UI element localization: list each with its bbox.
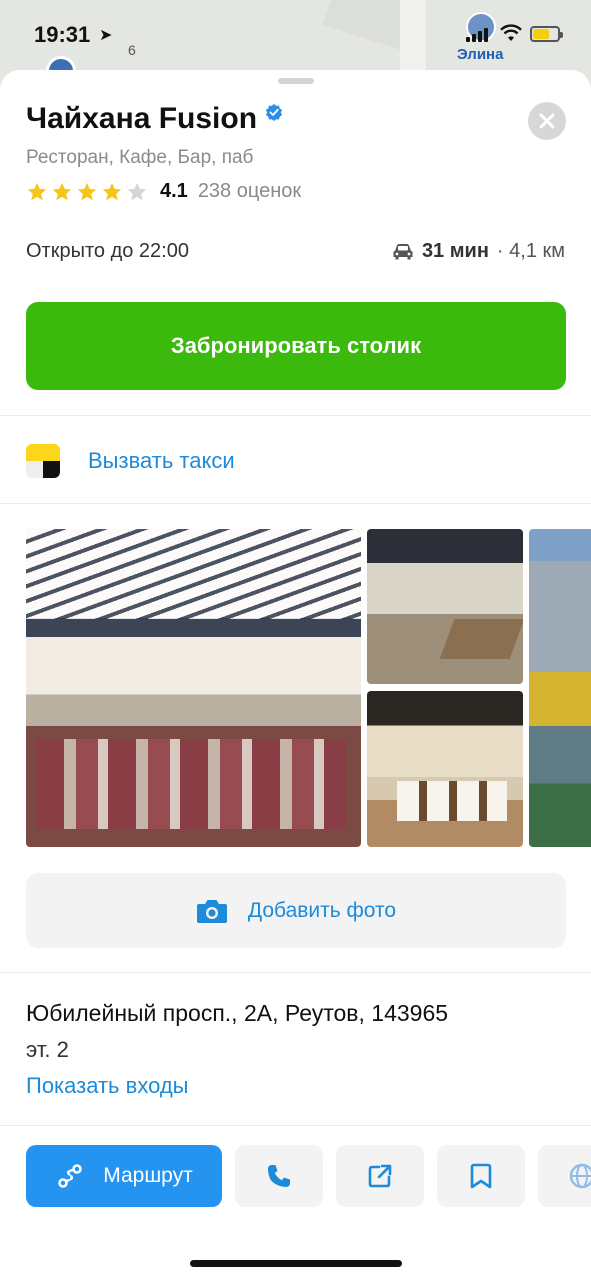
globe-icon bbox=[569, 1163, 591, 1189]
status-bar: 19:31 ➤ bbox=[0, 0, 591, 70]
route-button[interactable]: Маршрут bbox=[26, 1145, 222, 1207]
opening-hours[interactable]: Открыто до 22:00 bbox=[26, 240, 189, 263]
navigation-arrow-icon: ➤ bbox=[99, 27, 113, 44]
add-photo-label: Добавить фото bbox=[247, 898, 397, 922]
divider bbox=[0, 972, 591, 973]
star-empty-icon bbox=[127, 182, 147, 200]
place-title: Чайхана Fusion bbox=[26, 102, 258, 135]
close-button[interactable] bbox=[528, 102, 566, 140]
place-title-row: Чайхана Fusion bbox=[26, 102, 283, 136]
photo-interior-main[interactable] bbox=[26, 529, 361, 847]
travel-info[interactable]: 31 мин · 4,1 км bbox=[392, 240, 565, 263]
rating-value: 4.1 bbox=[160, 180, 188, 202]
route-button-label: Маршрут bbox=[103, 1164, 193, 1187]
star-filled-icon bbox=[27, 182, 47, 200]
verified-check-icon bbox=[265, 103, 283, 121]
star-filled-icon bbox=[102, 182, 122, 200]
photo-exterior[interactable] bbox=[529, 529, 591, 847]
travel-distance: · 4,1 км bbox=[496, 240, 565, 262]
travel-time: 31 мин bbox=[421, 240, 489, 262]
photo-interior-hall[interactable] bbox=[367, 529, 523, 684]
rating-stars bbox=[26, 181, 148, 203]
divider bbox=[0, 503, 591, 504]
yandex-taxi-icon bbox=[26, 444, 60, 478]
battery-icon bbox=[530, 26, 563, 42]
star-filled-icon bbox=[52, 182, 72, 200]
cellular-signal-icon bbox=[466, 28, 488, 42]
sheet-grabber[interactable] bbox=[278, 78, 314, 84]
place-category: Ресторан, Кафе, Бар, паб bbox=[26, 147, 254, 168]
share-button[interactable] bbox=[336, 1145, 424, 1207]
divider bbox=[0, 415, 591, 416]
show-entrances-link[interactable]: Показать входы bbox=[26, 1073, 188, 1099]
place-card-sheet: Чайхана Fusion Ресторан, Кафе, Бар, паб … bbox=[0, 70, 591, 1280]
add-photo-button[interactable]: Добавить фото bbox=[26, 873, 566, 948]
phone-icon bbox=[268, 1165, 290, 1187]
home-indicator[interactable] bbox=[190, 1260, 402, 1267]
address-line[interactable]: Юбилейный просп., 2А, Реутов, 143965 bbox=[26, 1000, 448, 1027]
rating-row[interactable]: 4.1 238 оценок bbox=[26, 180, 301, 203]
car-icon bbox=[393, 243, 413, 259]
call-taxi-row[interactable]: Вызвать такси bbox=[26, 444, 235, 478]
close-icon bbox=[539, 113, 555, 129]
website-button[interactable] bbox=[538, 1145, 591, 1207]
route-icon bbox=[58, 1164, 82, 1188]
camera-icon bbox=[196, 899, 227, 923]
status-time: 19:31 bbox=[34, 22, 91, 47]
photo-interior-dining[interactable] bbox=[367, 691, 523, 847]
rating-count: 238 оценок bbox=[197, 180, 302, 202]
book-table-button[interactable]: Забронировать столик bbox=[26, 302, 566, 390]
address-floor: эт. 2 bbox=[26, 1037, 69, 1062]
wifi-icon bbox=[500, 24, 522, 41]
star-filled-icon bbox=[77, 182, 97, 200]
call-taxi-label: Вызвать такси bbox=[88, 448, 235, 473]
bookmark-button[interactable] bbox=[437, 1145, 525, 1207]
share-icon bbox=[368, 1164, 392, 1188]
divider bbox=[0, 1125, 591, 1126]
bookmark-icon bbox=[470, 1163, 492, 1189]
call-button[interactable] bbox=[235, 1145, 323, 1207]
